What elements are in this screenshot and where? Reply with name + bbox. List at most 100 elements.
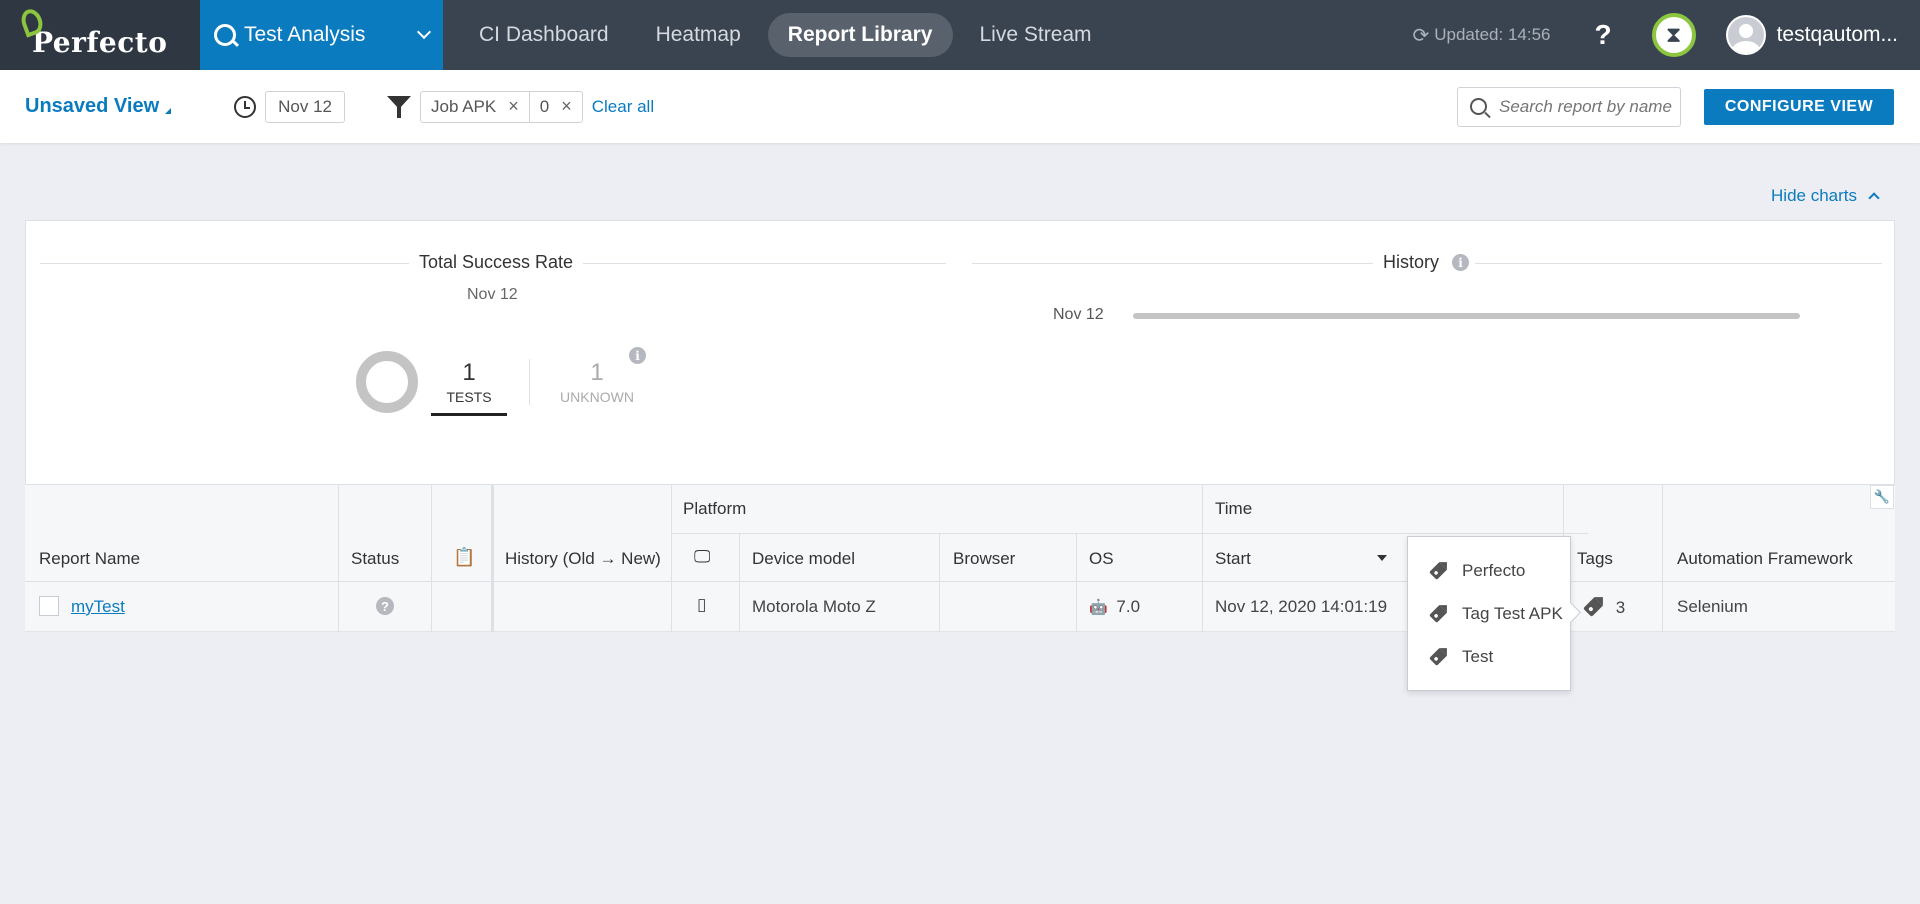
search-box[interactable] bbox=[1457, 86, 1681, 127]
col-divider bbox=[491, 485, 494, 583]
os-cell: 🤖 7.0 bbox=[1089, 597, 1140, 617]
configure-view-button[interactable]: CONFIGURE VIEW bbox=[1704, 88, 1894, 125]
col-divider bbox=[431, 485, 432, 583]
tag-label: Perfecto bbox=[1462, 560, 1526, 580]
tag-label: Test bbox=[1462, 646, 1494, 666]
success-donut-chart[interactable] bbox=[356, 351, 418, 413]
status-cell: ? bbox=[376, 597, 394, 615]
col-divider bbox=[671, 582, 672, 632]
filter-bar: Unsaved View Nov 12 Job APK × 0 × Clear … bbox=[0, 70, 1920, 143]
table-header: 🔧 Platform Time Report Name Status 📋 His… bbox=[25, 484, 1895, 583]
tag-icon bbox=[1429, 604, 1447, 623]
col-divider bbox=[338, 485, 339, 583]
android-icon: 🤖 bbox=[1089, 599, 1108, 616]
info-icon[interactable]: i bbox=[1452, 254, 1469, 271]
col-divider bbox=[1662, 582, 1663, 632]
tag-item[interactable]: Test bbox=[1408, 635, 1570, 678]
col-history[interactable]: History (Old → New) bbox=[505, 549, 661, 569]
col-automation-framework[interactable]: Automation Framework bbox=[1677, 549, 1853, 569]
search-icon bbox=[1470, 98, 1487, 115]
col-divider bbox=[939, 533, 940, 583]
filter-chip-group: Job APK × 0 × bbox=[420, 90, 583, 123]
report-link-text[interactable]: myTest bbox=[71, 597, 125, 616]
device-model-cell: Motorola Moto Z bbox=[752, 597, 876, 616]
filter-icon[interactable] bbox=[387, 94, 412, 120]
group-header-time: Time bbox=[1215, 499, 1253, 518]
success-rate-date: Nov 12 bbox=[467, 286, 518, 303]
close-icon[interactable]: × bbox=[561, 96, 572, 117]
logo-text: Perfecto bbox=[32, 25, 168, 59]
search-input[interactable] bbox=[1499, 96, 1675, 117]
col-divider bbox=[1202, 485, 1203, 583]
caret-icon bbox=[165, 108, 172, 114]
col-tags[interactable]: Tags bbox=[1577, 549, 1613, 569]
view-name: Unsaved View bbox=[25, 95, 160, 117]
tag-icon bbox=[1583, 597, 1603, 617]
header-divider bbox=[671, 533, 1588, 534]
clear-all-link[interactable]: Clear all bbox=[592, 97, 654, 117]
unknown-stat[interactable]: 1 UNKNOWN bbox=[554, 359, 640, 405]
wrench-icon[interactable]: 🔧 bbox=[1870, 485, 1894, 509]
info-icon[interactable]: i bbox=[629, 347, 646, 364]
col-browser[interactable]: Browser bbox=[953, 549, 1015, 569]
product-name: Test Analysis bbox=[244, 23, 366, 46]
tags-count: 3 bbox=[1615, 598, 1626, 617]
mobile-phone-icon: ▯ bbox=[697, 595, 707, 614]
sort-desc-icon[interactable] bbox=[1377, 555, 1387, 561]
tab-live-stream[interactable]: Live Stream bbox=[960, 13, 1112, 57]
filter-chip-build[interactable]: 0 × bbox=[528, 91, 582, 122]
devices-icon[interactable]: 🖵 bbox=[694, 547, 710, 567]
date-filter-chip[interactable]: Nov 12 bbox=[265, 90, 346, 123]
history-bar[interactable] bbox=[1133, 313, 1800, 319]
main-tabs: CI Dashboard Heatmap Report Library Live… bbox=[459, 13, 1119, 57]
filter-chip-job[interactable]: Job APK × bbox=[421, 92, 529, 122]
help-button[interactable]: ? bbox=[1594, 19, 1611, 51]
col-divider bbox=[939, 582, 940, 632]
tab-heatmap[interactable]: Heatmap bbox=[636, 13, 761, 57]
tab-ci-dashboard[interactable]: CI Dashboard bbox=[459, 13, 629, 57]
unknown-count: 1 bbox=[590, 359, 604, 386]
test-analysis-icon bbox=[214, 24, 236, 46]
top-navbar: Perfecto Test Analysis CI Dashboard Heat… bbox=[0, 0, 1920, 70]
tag-item[interactable]: Tag Test APK bbox=[1408, 592, 1570, 635]
report-name-link[interactable]: myTest bbox=[71, 597, 125, 617]
username[interactable]: testqautom... bbox=[1777, 23, 1898, 47]
view-selector[interactable]: Unsaved View bbox=[25, 95, 172, 118]
clipboard-icon[interactable]: 📋 bbox=[453, 547, 475, 568]
tab-report-library[interactable]: Report Library bbox=[767, 13, 953, 57]
col-device-model[interactable]: Device model bbox=[752, 549, 855, 569]
col-start[interactable]: Start bbox=[1215, 549, 1251, 569]
tag-item[interactable]: Perfecto bbox=[1408, 549, 1570, 592]
tests-stat[interactable]: 1 TESTS bbox=[431, 359, 507, 416]
report-table: 🔧 Platform Time Report Name Status 📋 His… bbox=[25, 484, 1895, 632]
col-status[interactable]: Status bbox=[351, 549, 399, 569]
last-updated[interactable]: ⟳ Updated: 14:56 bbox=[1412, 23, 1550, 48]
col-os[interactable]: OS bbox=[1089, 549, 1114, 569]
tags-cell[interactable]: 3 bbox=[1583, 597, 1626, 618]
os-version: 7.0 bbox=[1116, 597, 1141, 616]
col-divider bbox=[1076, 533, 1077, 583]
chevron-down-icon bbox=[416, 24, 432, 40]
col-report-name[interactable]: Report Name bbox=[39, 549, 140, 569]
tests-count: 1 bbox=[462, 359, 476, 386]
avatar[interactable] bbox=[1725, 15, 1766, 55]
row-checkbox[interactable] bbox=[39, 596, 59, 616]
hide-charts-label: Hide charts bbox=[1771, 186, 1857, 205]
table-row[interactable]: myTest ? ▯ Motorola Moto Z 🤖 7.0 Nov 12,… bbox=[25, 582, 1895, 632]
col-divider bbox=[739, 582, 740, 632]
col-divider bbox=[491, 582, 494, 632]
filter-chip-label: 0 bbox=[539, 96, 550, 116]
framework-cell: Selenium bbox=[1677, 597, 1748, 616]
col-divider bbox=[338, 582, 339, 632]
close-icon[interactable]: × bbox=[508, 96, 519, 117]
unknown-status-icon[interactable]: ? bbox=[376, 597, 394, 615]
hourglass-icon[interactable]: ⧗ bbox=[1651, 13, 1696, 57]
perfecto-logo[interactable]: Perfecto bbox=[0, 0, 200, 70]
clock-icon bbox=[234, 95, 257, 118]
product-switcher[interactable]: Test Analysis bbox=[200, 0, 443, 70]
tag-label: Tag Test APK bbox=[1462, 603, 1563, 623]
history-date: Nov 12 bbox=[1053, 306, 1104, 323]
start-time-cell: Nov 12, 2020 14:01:19 bbox=[1215, 597, 1388, 616]
hide-charts-toggle[interactable]: Hide charts bbox=[1771, 186, 1880, 206]
col-divider bbox=[1662, 485, 1663, 583]
